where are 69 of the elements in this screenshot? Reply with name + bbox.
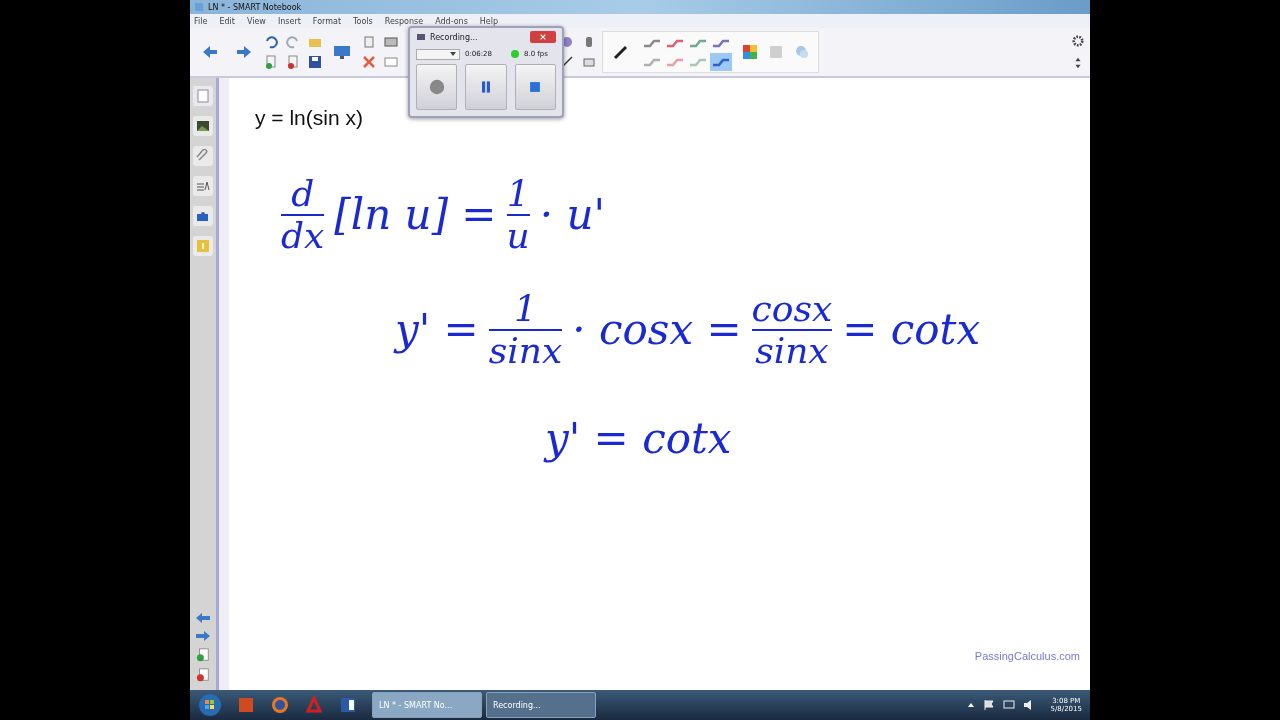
menu-item[interactable]: Add-ons: [435, 16, 468, 26]
handwritten-math: [ln u] =: [334, 191, 497, 238]
handwritten-math: y' = cotx: [545, 416, 732, 463]
footer-text: PassingCalculus.com: [974, 650, 1080, 662]
close-icon: [539, 33, 547, 41]
stop-icon: [528, 80, 543, 94]
handwritten-math: y' =: [395, 306, 479, 353]
fraction-denominator: sinx: [488, 330, 563, 371]
delete-icon[interactable]: [362, 55, 376, 69]
pause-button[interactable]: [465, 64, 507, 110]
gallery-icon[interactable]: [193, 116, 213, 136]
record-button[interactable]: [416, 64, 458, 110]
notebook-icon: [194, 2, 204, 12]
add-page-icon[interactable]: [196, 648, 210, 662]
fraction-numerator: cosx: [751, 289, 833, 329]
fraction-denominator: dx: [281, 215, 325, 256]
record-icon: [427, 78, 446, 96]
properties-icon[interactable]: [193, 176, 213, 196]
stop-button[interactable]: [514, 64, 556, 110]
fraction-bar: [281, 213, 325, 216]
pdf-app-icon[interactable]: [304, 695, 324, 715]
browser-icon[interactable]: [270, 695, 290, 715]
undo-icon[interactable]: [264, 35, 278, 49]
delete-page-icon[interactable]: [196, 668, 210, 682]
menu-item[interactable]: View: [246, 16, 266, 26]
settings-icon[interactable]: [1072, 35, 1084, 47]
eraser-icon[interactable]: [582, 55, 596, 69]
source-dropdown[interactable]: [416, 48, 460, 60]
fraction-numerator: 1: [514, 289, 537, 329]
caret-icon: [450, 52, 456, 56]
add-page-icon[interactable]: [264, 55, 278, 69]
close-button[interactable]: [530, 31, 556, 43]
back-arrow-icon[interactable]: [195, 612, 211, 624]
save-icon[interactable]: [308, 55, 322, 69]
fraction-bar: [506, 213, 530, 216]
screen-icon[interactable]: [384, 35, 398, 49]
start-button[interactable]: [198, 693, 222, 717]
handwritten-math: = cotx: [842, 306, 981, 353]
show-hidden-icons-icon[interactable]: [966, 701, 975, 709]
fraction-denominator: sinx: [755, 330, 829, 371]
menu-item[interactable]: Insert: [277, 16, 301, 26]
menu-item[interactable]: Help: [479, 16, 499, 26]
scroll-bar[interactable]: [216, 78, 229, 690]
handwritten-math: · u': [539, 191, 606, 238]
presentation-app-icon[interactable]: [236, 695, 256, 715]
pen-style[interactable]: [710, 52, 732, 71]
status-dot-icon: [511, 50, 519, 58]
flag-icon[interactable]: [982, 699, 995, 711]
window-title: LN * - SMART Notebook: [208, 2, 302, 12]
redo-icon[interactable]: [286, 35, 300, 49]
recorder-title: Recording...: [430, 32, 478, 42]
network-icon[interactable]: [1002, 699, 1015, 711]
handwritten-math: · cosx =: [572, 306, 742, 353]
menu-item[interactable]: Response: [384, 16, 424, 26]
document-app-icon[interactable]: [338, 695, 358, 715]
paperclip-icon[interactable]: [193, 146, 213, 166]
fraction-denominator: u: [506, 215, 530, 256]
taskbar-button[interactable]: Recording...: [486, 692, 596, 718]
menu-item[interactable]: Edit: [219, 16, 235, 26]
recorder-icon: [416, 32, 426, 42]
typed-equation: y = ln(sin x): [255, 106, 364, 130]
color-palette-icon[interactable]: [742, 44, 758, 60]
delete-page-icon[interactable]: [286, 55, 300, 69]
fraction-numerator: 1: [506, 174, 530, 214]
forward-arrow-icon[interactable]: [195, 630, 211, 642]
menu-item[interactable]: Tools: [353, 16, 373, 26]
menu-item[interactable]: Format: [312, 16, 342, 26]
fraction-numerator: d: [291, 174, 315, 214]
menu-item[interactable]: File: [194, 16, 208, 26]
